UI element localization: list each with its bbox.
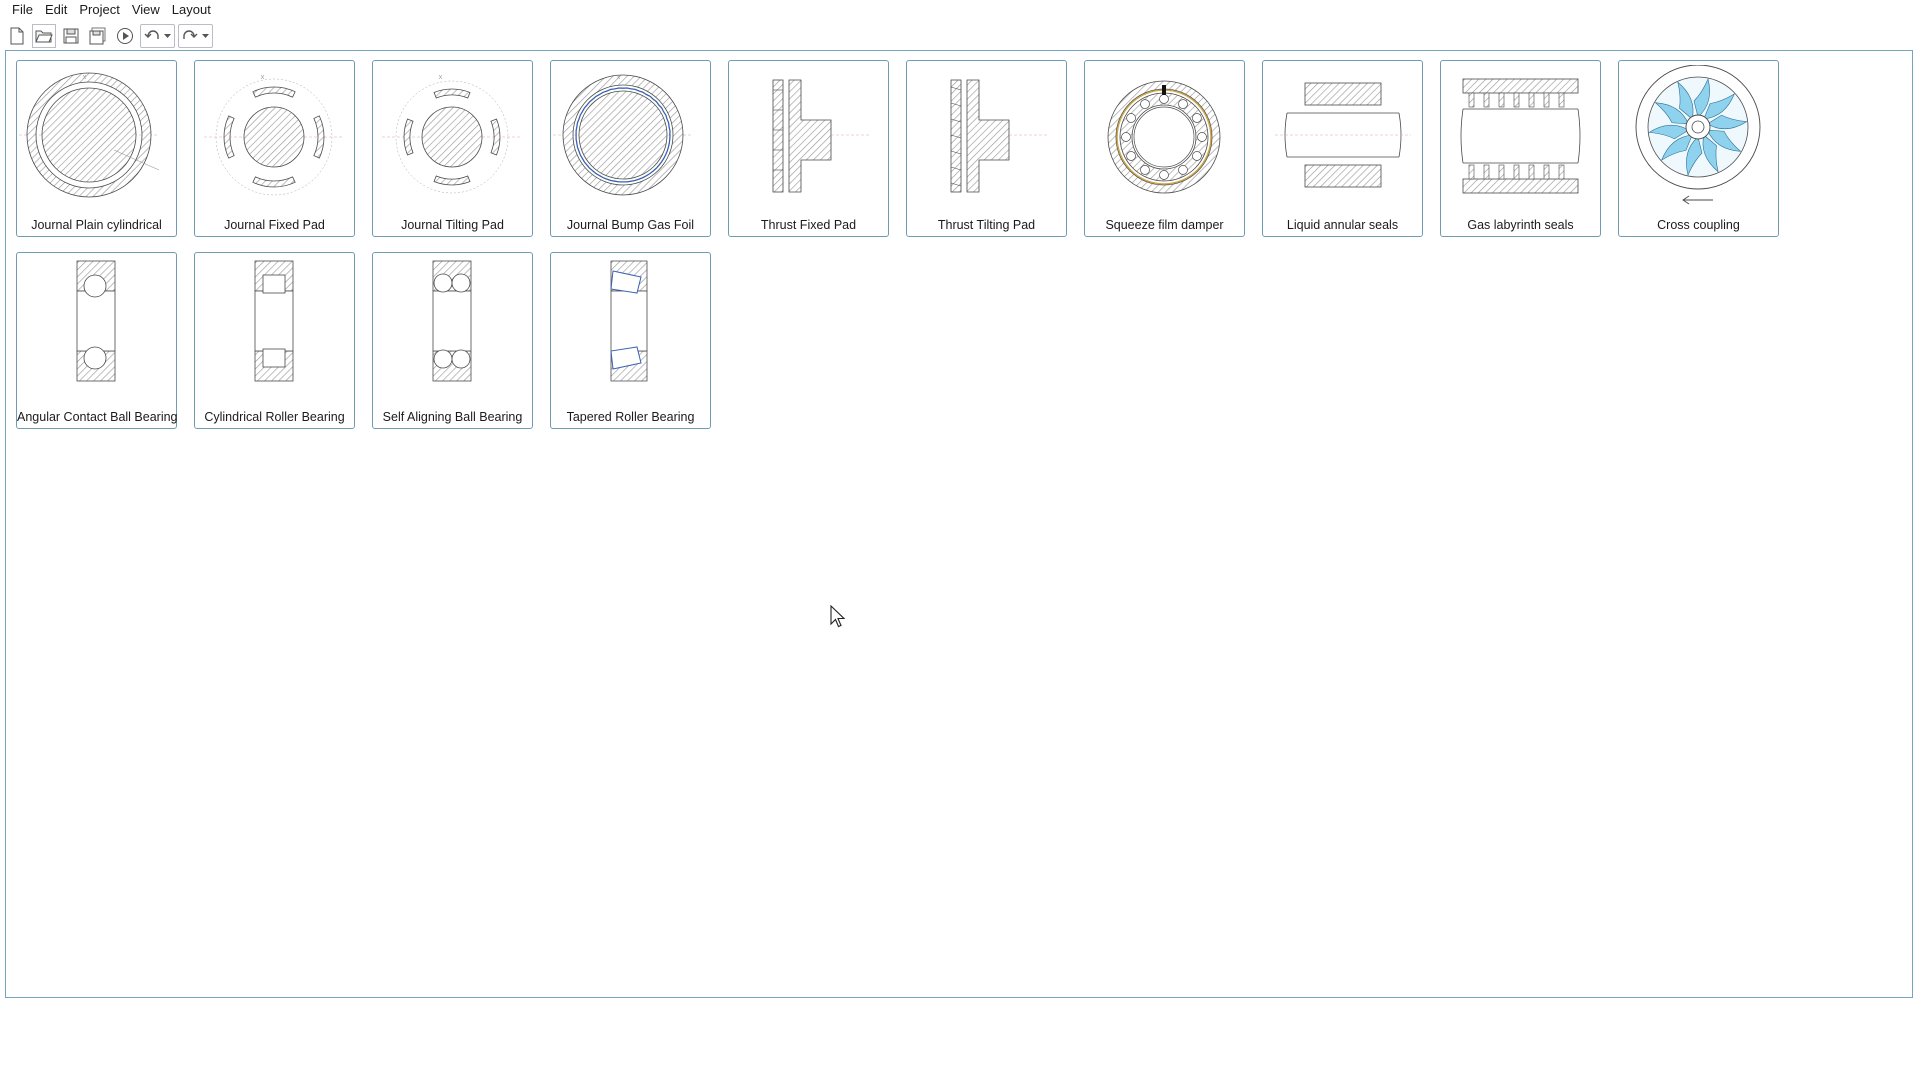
redo-dropdown[interactable] <box>201 33 210 39</box>
new-file-button[interactable] <box>5 24 29 48</box>
tile-label: Cross coupling <box>1657 218 1740 232</box>
tile-angular-contact-ball-bearing[interactable]: Angular Contact Ball Bearing <box>16 252 178 429</box>
save-all-button[interactable] <box>86 24 110 48</box>
chevron-down-icon <box>202 33 209 38</box>
tile-cross-coupling[interactable]: Cross coupling <box>1618 60 1779 237</box>
tile-journal-bump-gas-foil[interactable]: Journal Bump Gas Foil <box>550 60 711 237</box>
tile-journal-plain-cylindrical[interactable]: Journal Plain cylindrical <box>16 60 177 237</box>
menu-file[interactable]: File <box>6 0 39 20</box>
tile-label: Tapered Roller Bearing <box>566 410 695 424</box>
self-aligning-ball-bearing-icon <box>432 260 472 382</box>
new-file-icon <box>10 27 24 45</box>
tile-label: Squeeze film damper <box>1105 218 1224 232</box>
tile-label: Angular Contact Ball Bearing <box>17 410 178 424</box>
journal-plain-cylindrical-icon <box>19 72 160 198</box>
tile-label: Journal Fixed Pad <box>224 218 325 232</box>
menu-edit[interactable]: Edit <box>39 0 73 20</box>
tile-label: Gas labyrinth seals <box>1467 218 1574 232</box>
run-button[interactable] <box>113 24 137 48</box>
undo-split-button[interactable] <box>140 24 175 48</box>
tile-tapered-roller-bearing[interactable]: Tapered Roller Bearing <box>550 252 711 429</box>
cross-coupling-fan-icon <box>1635 65 1761 205</box>
thrust-fixed-pad-icon <box>772 79 871 193</box>
undo-icon <box>144 30 159 39</box>
undo-dropdown[interactable] <box>163 33 172 39</box>
angular-contact-ball-bearing-icon <box>76 260 116 382</box>
open-folder-icon <box>35 30 53 43</box>
gas-labyrinth-seal-icon <box>1460 78 1581 194</box>
save-icon <box>63 28 79 44</box>
menu-view[interactable]: View <box>126 0 166 20</box>
toolbar <box>5 24 213 48</box>
redo-split-button[interactable] <box>178 24 213 48</box>
tile-squeeze-film-damper[interactable]: Squeeze film damper <box>1084 60 1245 237</box>
cylindrical-roller-bearing-icon <box>254 260 294 382</box>
tile-label: Thrust Fixed Pad <box>760 218 857 232</box>
undo-button[interactable] <box>141 25 163 47</box>
journal-fixed-pad-icon <box>204 74 344 196</box>
menu-bar: File Edit Project View Layout <box>6 0 217 20</box>
tile-label: Thrust Tilting Pad <box>937 218 1036 232</box>
menu-layout[interactable]: Layout <box>166 0 217 20</box>
journal-tilting-pad-icon <box>382 74 522 194</box>
tile-journal-fixed-pad[interactable]: Journal Fixed Pad <box>194 60 355 237</box>
redo-icon <box>183 30 198 39</box>
mouse-cursor-icon <box>830 605 846 628</box>
thrust-tilting-pad-icon <box>950 79 1049 193</box>
squeeze-film-damper-icon <box>1107 80 1221 194</box>
tile-thrust-tilting-pad[interactable]: Thrust Tilting Pad <box>906 60 1067 237</box>
redo-button[interactable] <box>179 25 201 47</box>
component-gallery: Journal Plain cylindrical Journal Fixed … <box>5 50 1913 998</box>
tile-gas-labyrinth-seals[interactable]: Gas labyrinth seals <box>1440 60 1601 237</box>
tapered-roller-bearing-icon <box>610 260 648 382</box>
run-icon <box>117 28 133 44</box>
menu-project[interactable]: Project <box>73 0 125 20</box>
tile-label: Self Aligning Ball Bearing <box>382 410 523 424</box>
tile-label: Journal Bump Gas Foil <box>566 218 695 232</box>
journal-bump-gas-foil-icon <box>553 74 693 196</box>
save-all-icon <box>89 27 106 45</box>
tile-thrust-fixed-pad[interactable]: Thrust Fixed Pad <box>728 60 889 237</box>
tile-label: Cylindrical Roller Bearing <box>204 410 345 424</box>
tile-liquid-annular-seals[interactable]: Liquid annular seals <box>1262 60 1423 237</box>
tile-journal-tilting-pad[interactable]: Journal Tilting Pad <box>372 60 533 237</box>
tile-label: Liquid annular seals <box>1286 218 1399 232</box>
save-button[interactable] <box>59 24 83 48</box>
tile-cylindrical-roller-bearing[interactable]: Cylindrical Roller Bearing <box>194 252 355 429</box>
chevron-down-icon <box>164 33 171 38</box>
tile-self-aligning-ball-bearing[interactable]: Self Aligning Ball Bearing <box>372 252 533 429</box>
tile-label: Journal Plain cylindrical <box>31 218 162 232</box>
open-button[interactable] <box>32 24 56 48</box>
tile-label: Journal Tilting Pad <box>401 218 504 232</box>
liquid-annular-seal-icon <box>1275 82 1411 188</box>
